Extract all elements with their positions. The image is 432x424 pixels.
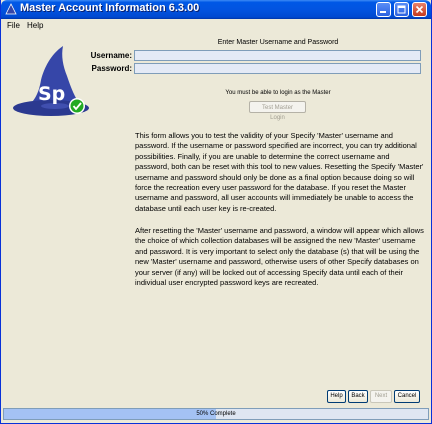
menu-bar: File Help — [1, 19, 431, 33]
help-paragraph-2: After resetting the 'Master' username an… — [135, 226, 424, 288]
password-label: Password: — [91, 64, 132, 73]
password-input[interactable] — [134, 63, 421, 74]
close-icon — [415, 5, 424, 14]
specify-logo-icon: Sp — [13, 46, 89, 116]
title-bar[interactable]: Master Account Information 6.3.00 — [1, 0, 431, 19]
logo-text: Sp — [38, 83, 65, 105]
username-input[interactable] — [134, 50, 421, 61]
cancel-button[interactable]: Cancel — [394, 390, 420, 403]
progress-bar: 50% Complete — [3, 408, 429, 420]
form-heading: Enter Master Username and Password — [217, 39, 339, 46]
username-label: Username: — [90, 51, 132, 60]
test-master-login-button[interactable]: Test Master Login — [249, 101, 306, 121]
next-button[interactable]: Next — [370, 390, 392, 403]
master-account-window: Master Account Information 6.3.00 File H… — [0, 0, 432, 424]
menu-help[interactable]: Help — [27, 21, 43, 30]
minimize-button[interactable] — [376, 2, 391, 17]
help-button[interactable]: Help — [327, 390, 346, 403]
help-paragraph-1: This form allows you to test the validit… — [135, 131, 424, 213]
app-icon — [5, 3, 17, 15]
close-button[interactable] — [412, 2, 427, 17]
window-title: Master Account Information 6.3.00 — [20, 2, 200, 14]
maximize-icon — [397, 5, 406, 14]
login-status-note: You must be able to login as the Master — [225, 90, 331, 96]
back-button[interactable]: Back — [348, 390, 368, 403]
minimize-icon — [380, 11, 386, 13]
menu-file[interactable]: File — [7, 21, 20, 30]
maximize-button[interactable] — [394, 2, 409, 17]
progress-label: 50% Complete — [196, 411, 236, 417]
